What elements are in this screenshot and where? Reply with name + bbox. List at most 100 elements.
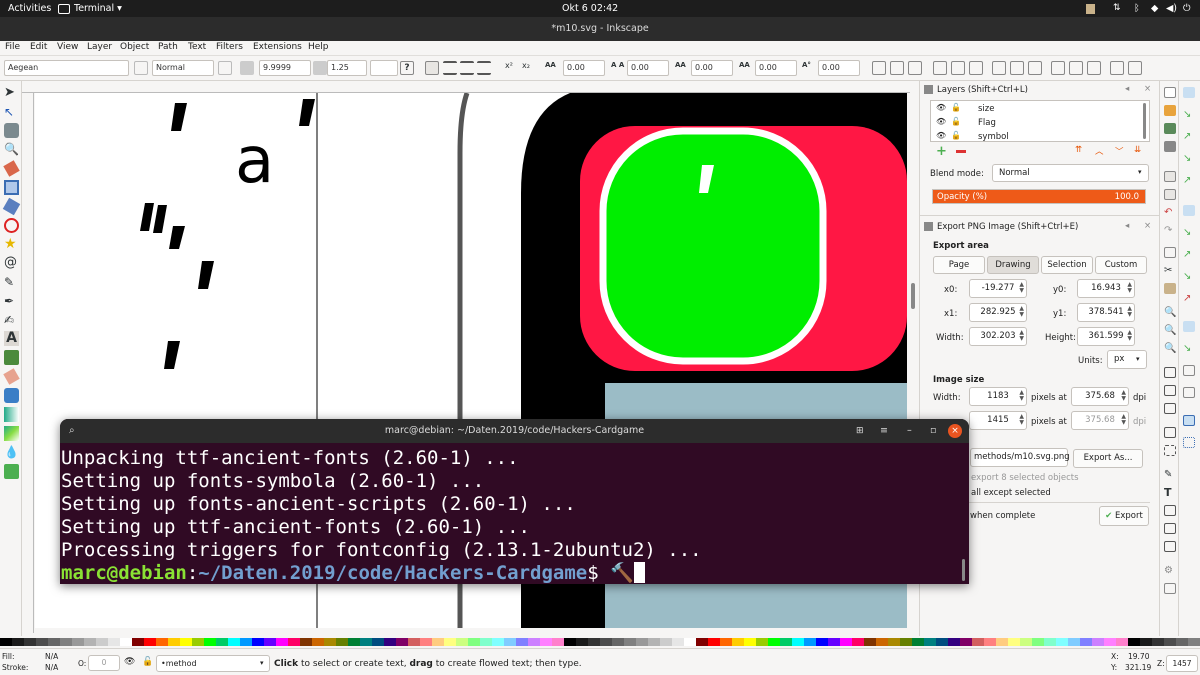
palette-swatch[interactable] xyxy=(12,638,24,646)
spin-arrows-icon[interactable]: ▲ ▼ xyxy=(1019,390,1024,402)
palette-swatch[interactable] xyxy=(1176,638,1188,646)
superscript-icon[interactable]: x² xyxy=(505,61,519,75)
terminal-window[interactable]: ⌕ marc@debian: ~/Daten.2019/code/Hackers… xyxy=(60,419,969,584)
palette-swatch[interactable] xyxy=(948,638,960,646)
export-close-icon[interactable]: × xyxy=(1144,221,1151,231)
palette-swatch[interactable] xyxy=(120,638,132,646)
clock[interactable]: Okt 6 02:42 xyxy=(562,3,618,14)
layers-detach-icon[interactable]: ◂ xyxy=(1125,84,1129,94)
align-center-icon[interactable] xyxy=(443,61,457,75)
snap-bbox-corner-icon[interactable]: ↘ xyxy=(1183,153,1195,164)
palette-swatch[interactable] xyxy=(1008,638,1020,646)
palette-swatch[interactable] xyxy=(1164,638,1176,646)
menu-layer[interactable]: Layer xyxy=(87,42,112,52)
files-tray-icon[interactable] xyxy=(1086,4,1095,14)
snap-paths-icon[interactable] xyxy=(1010,61,1024,75)
spin-arrows-icon[interactable]: ▲ ▼ xyxy=(1121,390,1126,402)
horizontal-text-icon[interactable] xyxy=(872,61,886,75)
zoom-page-icon[interactable]: 🔍 xyxy=(1164,343,1176,354)
align-left-icon[interactable] xyxy=(425,61,439,75)
print-icon[interactable] xyxy=(1164,141,1176,152)
snap-intersections-icon[interactable] xyxy=(1028,61,1042,75)
snap-center-icon[interactable] xyxy=(1110,61,1124,75)
ellipse-tool-icon[interactable] xyxy=(4,218,19,233)
palette-swatch[interactable] xyxy=(48,638,60,646)
snap-rotation-center-icon[interactable] xyxy=(1183,365,1195,376)
font-size-field[interactable]: 9.9999 xyxy=(259,60,311,76)
terminal-scrollbar[interactable] xyxy=(962,559,965,581)
snap-path-intersection-icon[interactable]: ↗ xyxy=(1183,249,1195,260)
palette-swatch[interactable] xyxy=(972,638,984,646)
palette-swatch[interactable] xyxy=(744,638,756,646)
palette-swatch[interactable] xyxy=(564,638,576,646)
fill-value[interactable]: N/A xyxy=(45,652,58,661)
power-menu-icon[interactable]: ⏻ xyxy=(1183,3,1191,14)
palette-swatch[interactable] xyxy=(216,638,228,646)
zoom-drawing-icon[interactable]: 🔍 xyxy=(1164,325,1176,336)
palette-swatch[interactable] xyxy=(408,638,420,646)
palette-swatch[interactable] xyxy=(828,638,840,646)
palette-swatch[interactable] xyxy=(1140,638,1152,646)
spin-arrows-icon[interactable]: ▲ ▼ xyxy=(1019,306,1024,318)
snap-rotation-icon[interactable] xyxy=(1128,61,1142,75)
palette-swatch[interactable] xyxy=(852,638,864,646)
export-area-drawing-button[interactable]: Drawing xyxy=(987,256,1039,274)
export-icon[interactable] xyxy=(1164,189,1176,200)
clone-icon[interactable] xyxy=(1164,385,1176,396)
snap-toggle-icon[interactable] xyxy=(933,61,947,75)
palette-swatch[interactable] xyxy=(1152,638,1164,646)
palette-swatch[interactable] xyxy=(504,638,516,646)
palette-swatch[interactable] xyxy=(108,638,120,646)
palette-swatch[interactable] xyxy=(204,638,216,646)
gradient-tool-icon[interactable] xyxy=(4,407,19,422)
document-properties-icon[interactable] xyxy=(1164,583,1176,594)
palette-swatch[interactable] xyxy=(0,638,12,646)
blend-mode-select[interactable]: Normal ▾ xyxy=(992,164,1149,182)
palette-swatch[interactable] xyxy=(804,638,816,646)
spin-arrows-icon[interactable]: ▲ ▼ xyxy=(1127,306,1132,318)
align-distribute-icon[interactable] xyxy=(1164,541,1176,552)
group-icon[interactable] xyxy=(1164,427,1176,438)
paint-bucket-tool-icon[interactable] xyxy=(4,388,19,403)
palette-swatch[interactable] xyxy=(624,638,636,646)
align-right-icon[interactable] xyxy=(460,61,474,75)
palette-swatch[interactable] xyxy=(144,638,156,646)
palette-swatch[interactable] xyxy=(276,638,288,646)
redo-icon[interactable]: ↷ xyxy=(1164,225,1176,236)
objects-icon[interactable] xyxy=(1164,523,1176,534)
snap-text-baseline-icon[interactable] xyxy=(1183,387,1195,398)
palette-swatch[interactable] xyxy=(492,638,504,646)
palette-swatch[interactable] xyxy=(516,638,528,646)
style-dropdown-icon[interactable] xyxy=(218,61,232,75)
palette-swatch[interactable] xyxy=(768,638,780,646)
eraser-tool-icon[interactable] xyxy=(3,368,20,385)
units-select[interactable]: px ▾ xyxy=(1107,350,1147,369)
palette-swatch[interactable] xyxy=(168,638,180,646)
cut-icon[interactable]: ✂ xyxy=(1164,265,1176,276)
palette-swatch[interactable] xyxy=(96,638,108,646)
palette-swatch[interactable] xyxy=(240,638,252,646)
toggle-lock-icon[interactable]: 🔓 xyxy=(142,657,153,667)
palette-swatch[interactable] xyxy=(1128,638,1140,646)
menu-text[interactable]: Text xyxy=(188,42,206,52)
palette-swatch[interactable] xyxy=(876,638,888,646)
palette-swatch[interactable] xyxy=(672,638,684,646)
snap-object-midpoint-icon[interactable]: ↘ xyxy=(1183,343,1195,354)
palette-swatch[interactable] xyxy=(396,638,408,646)
text-tool-icon[interactable]: A xyxy=(4,331,19,346)
close-icon[interactable]: × xyxy=(948,424,962,438)
x0-input[interactable]: -19.277 ▲ ▼ xyxy=(969,279,1027,298)
palette-swatch[interactable] xyxy=(384,638,396,646)
raise-icon[interactable]: ︿ xyxy=(1095,145,1104,157)
3d-box-tool-icon[interactable] xyxy=(2,197,21,216)
palette-swatch[interactable] xyxy=(252,638,264,646)
snap-smooth-icon[interactable] xyxy=(1069,61,1083,75)
connector-tool-icon[interactable] xyxy=(4,464,19,479)
spin-arrows-icon[interactable]: ▲ ▼ xyxy=(1127,282,1132,294)
remove-layer-icon[interactable] xyxy=(956,150,966,153)
palette-swatch[interactable] xyxy=(264,638,276,646)
vertical-text-icon[interactable] xyxy=(890,61,904,75)
fill-stroke-icon[interactable]: ✎ xyxy=(1164,469,1176,480)
vertical-scrollbar-thumb[interactable] xyxy=(911,283,915,309)
layer-row[interactable]: 👁 🔓 size xyxy=(931,102,1141,115)
